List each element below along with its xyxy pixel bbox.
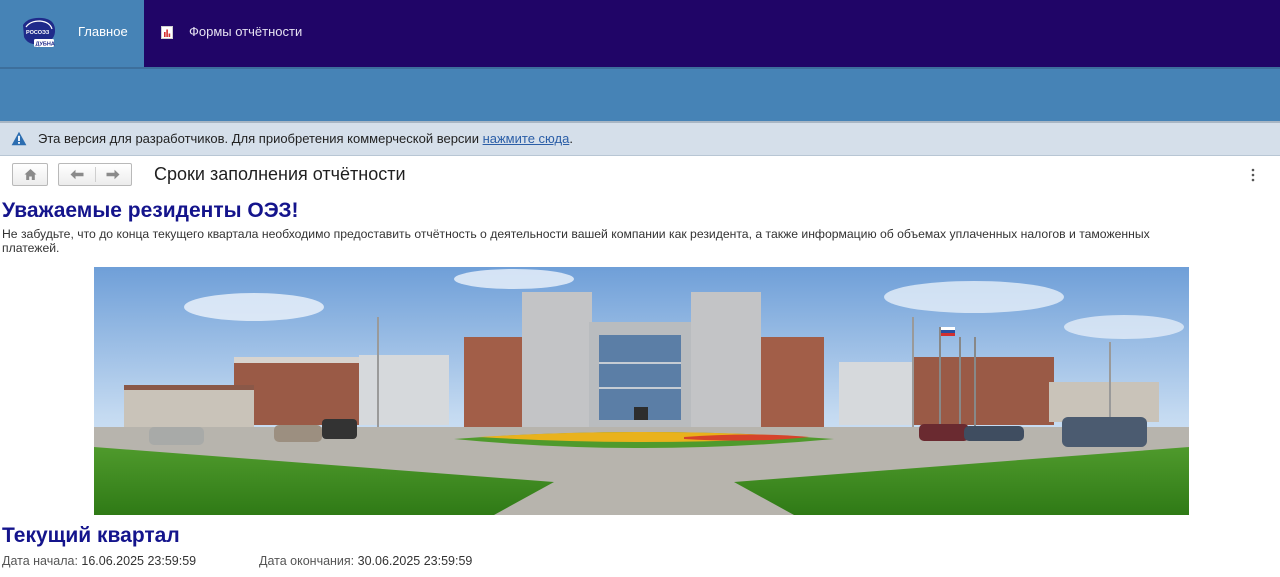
start-date-label: Дата начала: [2, 554, 78, 568]
section-panel [0, 69, 1280, 121]
tab-main[interactable]: РОСОЭЗ ДУБНА Главное [0, 0, 144, 67]
tab-report-forms[interactable]: Формы отчётности [144, 0, 320, 67]
warning-icon [11, 131, 27, 146]
page-title: Сроки заполнения отчётности [154, 164, 406, 184]
top-navigation: РОСОЭЗ ДУБНА Главное Формы отчётности [0, 0, 1280, 67]
notice-suffix: . [569, 131, 573, 146]
building-panorama-image [94, 267, 1189, 515]
home-button[interactable] [12, 163, 48, 186]
back-button[interactable] [59, 164, 95, 185]
navigation-buttons [58, 163, 132, 186]
start-date-value: 16.06.2025 23:59:59 [81, 554, 197, 568]
reporting-reminder-text: Не забудьте, что до конца текущего кварт… [2, 227, 1150, 255]
forward-button[interactable] [96, 164, 132, 185]
greeting-heading: Уважаемые резиденты ОЭЗ! [2, 199, 299, 222]
notice-message: Эта версия для разработчиков. Для приобр… [38, 131, 483, 146]
svg-text:РОСОЭЗ: РОСОЭЗ [26, 30, 50, 36]
arrow-left-icon [70, 169, 84, 180]
tab-report-forms-label: Формы отчётности [189, 24, 303, 39]
end-date-value: 30.06.2025 23:59:59 [357, 554, 473, 568]
current-quarter-heading: Текущий квартал [2, 524, 180, 547]
tab-main-label: Главное [78, 24, 128, 39]
page-header: Сроки заполнения отчётности [0, 156, 1280, 196]
svg-text:ДУБНА: ДУБНА [36, 42, 55, 48]
arrow-right-icon [106, 169, 120, 180]
report-icon [161, 26, 173, 39]
company-logo: РОСОЭЗ ДУБНА [23, 17, 56, 48]
quarter-end-date: Дата окончания: 30.06.2025 23:59:59 [259, 554, 472, 568]
home-icon [24, 169, 37, 180]
more-vertical-icon[interactable] [1249, 168, 1257, 182]
commercial-version-link[interactable]: нажмите сюда [483, 131, 570, 146]
notice-text: Эта версия для разработчиков. Для приобр… [38, 131, 573, 146]
end-date-label: Дата окончания: [259, 554, 355, 568]
quarter-start-date: Дата начала: 16.06.2025 23:59:59 [2, 554, 196, 568]
developer-version-notice: Эта версия для разработчиков. Для приобр… [0, 123, 1280, 156]
